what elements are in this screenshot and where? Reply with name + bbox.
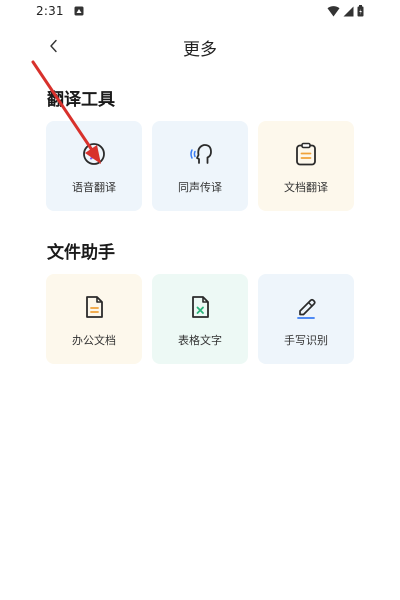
card-voice-translate[interactable]: 语音翻译 xyxy=(46,121,142,211)
card-document-translate[interactable]: 文档翻译 xyxy=(258,121,354,211)
section-title-file-assistant: 文件助手 xyxy=(47,243,115,263)
document-translate-icon xyxy=(293,141,319,167)
battery-icon xyxy=(357,5,364,17)
status-icons xyxy=(327,5,364,17)
card-label: 表格文字 xyxy=(178,334,222,347)
section-title-translation-tools: 翻译工具 xyxy=(47,90,115,110)
card-handwriting-recognition[interactable]: 手写识别 xyxy=(258,274,354,364)
status-time: 2:31 xyxy=(36,4,64,18)
card-label: 语音翻译 xyxy=(72,181,116,194)
card-table-text[interactable]: 表格文字 xyxy=(152,274,248,364)
card-label: 文档翻译 xyxy=(284,181,328,194)
header: 更多 xyxy=(0,28,400,64)
signal-icon xyxy=(343,6,354,16)
simultaneous-interpretation-icon xyxy=(187,141,213,167)
page-title: 更多 xyxy=(183,40,217,60)
file-assistant-grid: 办公文档 表格文字 手写识别 xyxy=(46,274,354,364)
card-label: 办公文档 xyxy=(72,334,116,347)
voice-translate-icon xyxy=(81,141,107,167)
office-document-icon xyxy=(81,294,107,320)
card-label: 手写识别 xyxy=(284,334,328,347)
table-text-icon xyxy=(187,294,213,320)
card-office-document[interactable]: 办公文档 xyxy=(46,274,142,364)
card-simultaneous-interpretation[interactable]: 同声传译 xyxy=(152,121,248,211)
translation-tools-grid: 语音翻译 同声传译 文档翻译 xyxy=(46,121,354,211)
handwriting-recognition-icon xyxy=(293,294,319,320)
wifi-icon xyxy=(327,5,340,16)
notification-icon xyxy=(74,6,84,16)
status-bar: 2:31 xyxy=(0,0,400,24)
card-label: 同声传译 xyxy=(178,181,222,194)
